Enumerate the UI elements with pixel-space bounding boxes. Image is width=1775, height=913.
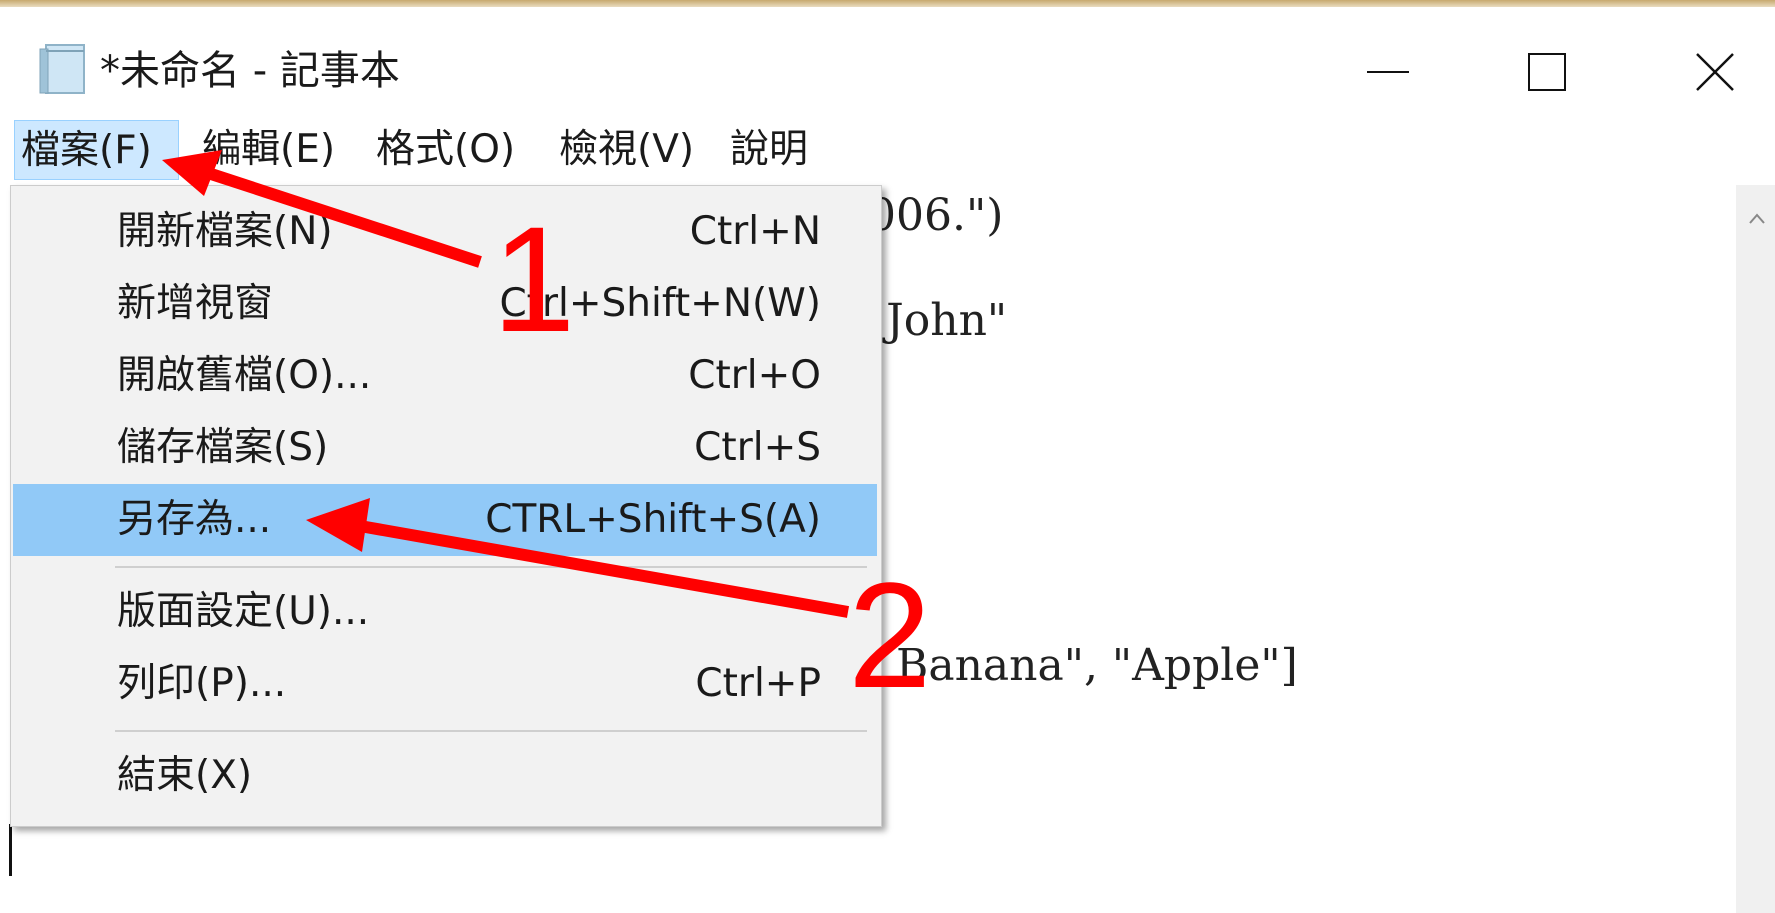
file-menu-dropdown: 開新檔案(N) Ctrl+N 新增視窗 Ctrl+Shift+N(W) 開啟舊檔… — [10, 185, 882, 827]
menu-item-label: 開啟舊檔(O)... — [117, 353, 372, 398]
menu-item-page-setup[interactable]: 版面設定(U)... — [13, 576, 877, 648]
menu-item-exit[interactable]: 結束(X) — [13, 740, 877, 812]
menu-item-print[interactable]: 列印(P)... Ctrl+P — [13, 648, 877, 720]
menu-item-shortcut: Ctrl+S — [694, 425, 821, 470]
close-icon — [1696, 53, 1734, 91]
editor-line: Banana", "Apple"] — [896, 640, 1298, 691]
window-frame-top — [0, 0, 1775, 7]
title-bar: *未命名 - 記事本 — [0, 7, 1775, 115]
menu-help[interactable]: 說明 — [724, 120, 814, 180]
menu-item-label: 儲存檔案(S) — [117, 425, 329, 470]
menu-item-label: 新增視窗 — [117, 281, 274, 326]
menu-view[interactable]: 檢視(V) — [553, 120, 700, 180]
menu-file[interactable]: 檔案(F) — [14, 120, 179, 180]
menu-item-label: 開新檔案(N) — [117, 209, 333, 254]
editor-line: 006.") — [868, 190, 1004, 241]
annotation-step-2: 2 — [848, 551, 932, 719]
maximize-button[interactable] — [1502, 37, 1592, 107]
menu-item-label: 結束(X) — [117, 753, 253, 798]
editor-line: 'John" — [874, 295, 1008, 346]
menu-item-label: 另存為... — [117, 497, 272, 542]
menu-item-save[interactable]: 儲存檔案(S) Ctrl+S — [13, 412, 877, 484]
scroll-up-arrow-icon[interactable] — [1748, 210, 1766, 228]
menu-bar: 檔案(F) 編輯(E) 格式(O) 檢視(V) 說明 — [0, 115, 1775, 185]
close-button[interactable] — [1670, 37, 1760, 107]
menu-item-label: 版面設定(U)... — [117, 589, 370, 634]
menu-item-new-window[interactable]: 新增視窗 Ctrl+Shift+N(W) — [13, 268, 877, 340]
window-title: *未命名 - 記事本 — [100, 48, 400, 94]
menu-item-save-as[interactable]: 另存為... CTRL+Shift+S(A) — [13, 484, 877, 556]
minimize-button[interactable] — [1343, 37, 1433, 107]
menu-item-open[interactable]: 開啟舊檔(O)... Ctrl+O — [13, 340, 877, 412]
minimize-icon — [1367, 71, 1409, 73]
menu-item-shortcut: Ctrl+O — [688, 353, 821, 398]
menu-separator — [115, 566, 867, 568]
annotation-step-1: 1 — [492, 195, 576, 363]
menu-item-shortcut: Ctrl+N — [689, 209, 821, 254]
notepad-icon — [39, 44, 85, 94]
menu-item-new[interactable]: 開新檔案(N) Ctrl+N — [13, 196, 877, 268]
menu-item-shortcut: CTRL+Shift+S(A) — [485, 497, 821, 542]
text-caret — [9, 824, 12, 876]
menu-edit[interactable]: 編輯(E) — [196, 120, 341, 180]
menu-item-label: 列印(P)... — [117, 661, 287, 706]
menu-item-shortcut: Ctrl+P — [695, 661, 821, 706]
menu-separator — [115, 730, 867, 732]
maximize-icon — [1528, 53, 1566, 91]
menu-format[interactable]: 格式(O) — [370, 120, 521, 180]
vertical-scrollbar[interactable] — [1736, 185, 1775, 913]
